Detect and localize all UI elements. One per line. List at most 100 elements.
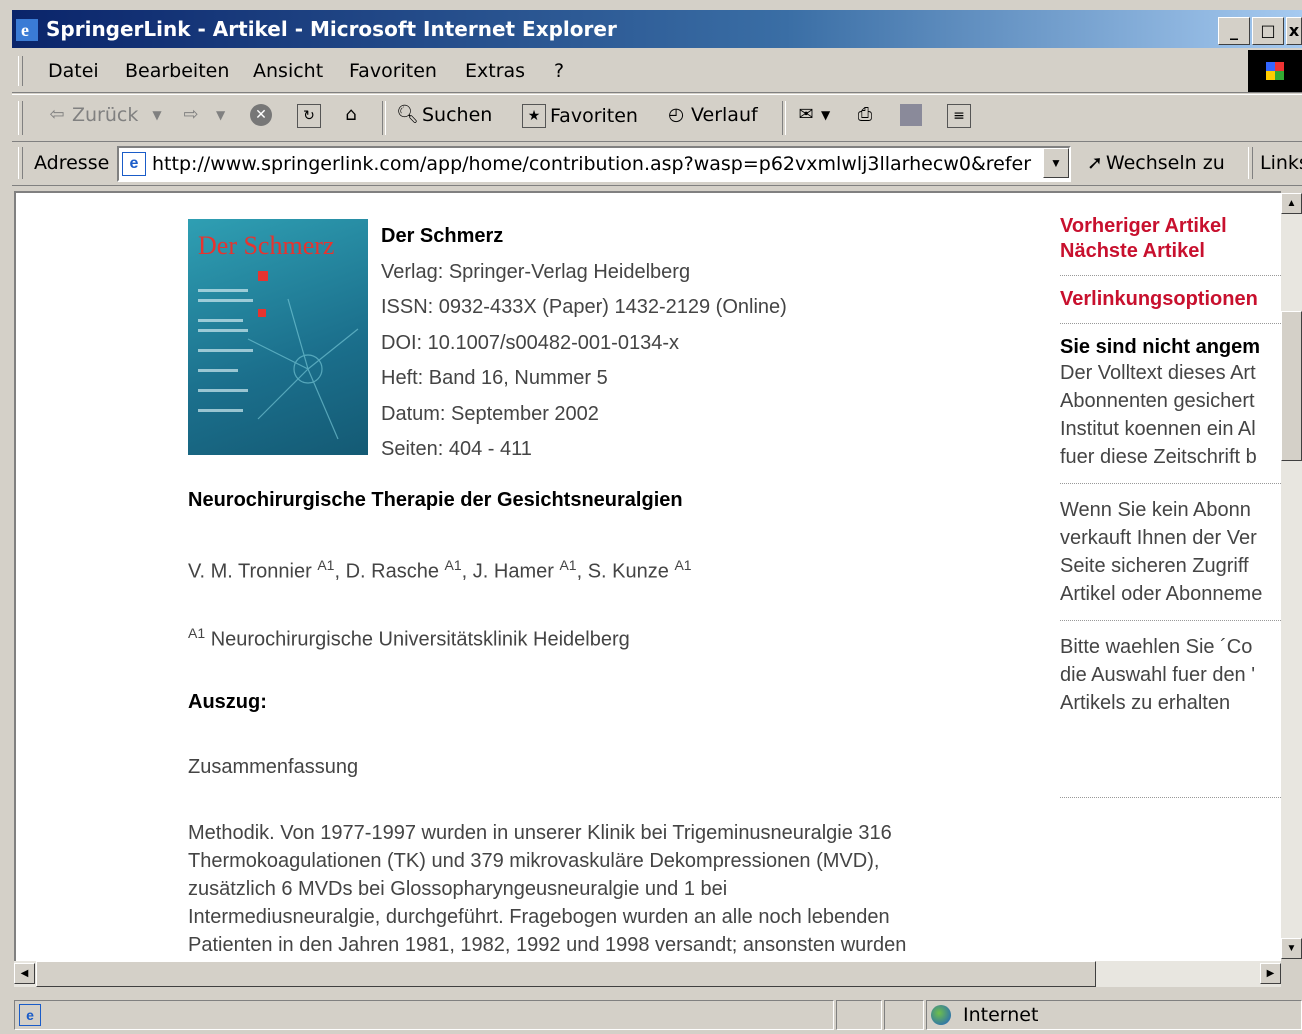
vertical-scroll-thumb[interactable] xyxy=(1281,311,1302,461)
author-affiliation-mark: A1 xyxy=(317,557,335,573)
favorites-label: Favoriten xyxy=(550,105,638,127)
author-name[interactable]: D. Rasche xyxy=(346,561,439,583)
scroll-left-icon[interactable]: ◀ xyxy=(14,963,35,984)
zone-cell: Internet xyxy=(926,1000,1302,1030)
scroll-down-icon[interactable]: ▼ xyxy=(1281,938,1302,959)
history-label: Verlauf xyxy=(691,104,758,126)
scroll-right-icon[interactable]: ▶ xyxy=(1260,963,1281,984)
author-name[interactable]: V. M. Tronnier xyxy=(188,561,312,583)
sidebar-para-3: Bitte waehlen Sie ´Co die Auswahl fuer d… xyxy=(1060,633,1281,717)
search-icon: 🔍︎ xyxy=(396,104,419,125)
menubar-grip[interactable] xyxy=(18,56,23,86)
affiliation-mark: A1 xyxy=(188,625,206,641)
history-button[interactable]: ◴ Verlauf xyxy=(665,104,758,126)
author-affiliation-mark: A1 xyxy=(444,557,462,573)
excerpt-heading: Auszug: xyxy=(188,691,267,713)
sidebar-line: Bitte waehlen Sie ´Co xyxy=(1060,636,1253,658)
toolbar-separator xyxy=(382,101,386,135)
abstract-line: zusätzlich 6 MVDs bei Glossopharyngeusne… xyxy=(188,878,728,900)
author-name[interactable]: J. Hamer xyxy=(473,561,554,583)
journal-date: Datum: September 2002 xyxy=(381,402,599,425)
back-button[interactable]: ⇦ Zurück ▼ xyxy=(46,104,161,126)
links-button[interactable]: Links xyxy=(1260,152,1302,174)
home-icon: ⌂ xyxy=(345,104,357,125)
menu-ansicht[interactable]: Ansicht xyxy=(253,60,323,82)
discuss-button[interactable]: ≡ xyxy=(947,104,971,128)
stop-button[interactable]: ✕ xyxy=(250,104,272,126)
address-url[interactable]: http://www.springerlink.com/app/home/con… xyxy=(152,153,1032,175)
affiliation-name: Neurochirurgische Universitätsklinik Hei… xyxy=(210,628,630,651)
minimize-button[interactable]: _ xyxy=(1218,17,1250,45)
forward-button[interactable]: ⇨ ▼ xyxy=(180,104,225,126)
refresh-icon: ↻ xyxy=(297,104,321,128)
favorites-icon: ★ xyxy=(522,104,546,128)
status-cell xyxy=(884,1000,924,1030)
sidebar-divider xyxy=(1060,323,1281,324)
menu-extras[interactable]: Extras xyxy=(465,60,525,82)
home-button[interactable]: ⌂ xyxy=(340,104,362,126)
go-button[interactable]: ➚ Wechseln zu xyxy=(1087,152,1225,174)
abstract-line: Intermediusneuralgie, durchgeführt. Frag… xyxy=(188,906,890,928)
next-article-link[interactable]: Nächste Artikel xyxy=(1060,240,1281,263)
affiliation: A1 Neurochirurgische Universitätsklinik … xyxy=(188,625,630,652)
sidebar-para-2: Wenn Sie kein Abonn verkauft Ihnen der V… xyxy=(1060,496,1281,608)
sidebar-line: die Auswahl fuer den ' xyxy=(1060,664,1256,686)
forward-dropdown-icon[interactable]: ▼ xyxy=(216,108,225,122)
journal-issn: ISSN: 0932-433X (Paper) 1432-2129 (Onlin… xyxy=(381,296,787,318)
edit-button[interactable] xyxy=(900,104,922,126)
sidebar-line: fuer diese Zeitschrift b xyxy=(1060,446,1257,468)
document-icon: ≡ xyxy=(947,104,971,128)
status-cell xyxy=(836,1000,882,1030)
sidebar-line: Abonnenten gesichert xyxy=(1060,390,1255,412)
mail-icon: ✉ xyxy=(798,104,814,125)
sidebar-line: Seite sicheren Zugriff xyxy=(1060,555,1249,577)
history-icon: ◴ xyxy=(668,104,684,125)
toolbar-separator-2 xyxy=(782,101,786,135)
address-field[interactable]: e http://www.springerlink.com/app/home/c… xyxy=(117,146,1071,182)
summary-heading: Zusammenfassung xyxy=(188,756,359,778)
edit-icon xyxy=(900,104,922,126)
linking-options-link[interactable]: Verlinkungsoptionen xyxy=(1060,288,1281,311)
sidebar-divider xyxy=(1060,620,1281,621)
journal-pages: Seiten: 404 - 411 xyxy=(381,438,532,460)
article-title: Neurochirurgische Therapie der Gesichtsn… xyxy=(188,489,683,511)
menu-bearbeiten[interactable]: Bearbeiten xyxy=(125,60,229,82)
maximize-button[interactable]: □ xyxy=(1252,17,1284,45)
back-label: Zurück xyxy=(72,104,139,126)
favorites-button[interactable]: ★ Favoriten xyxy=(522,104,638,128)
menu-help[interactable]: ? xyxy=(554,60,564,82)
sidebar-line: verkauft Ihnen der Ver xyxy=(1060,527,1257,549)
sidebar-divider xyxy=(1060,275,1281,276)
previous-article-link[interactable]: Vorheriger Artikel xyxy=(1060,215,1281,238)
journal-name[interactable]: Der Schmerz xyxy=(381,225,787,261)
print-button[interactable]: ⎙ xyxy=(854,104,876,126)
links-grip[interactable] xyxy=(1248,147,1253,179)
menu-bar: Datei Bearbeiten Ansicht Favoriten Extra… xyxy=(12,50,1302,93)
journal-doi: DOI: 10.1007/s00482-001-0134-x xyxy=(381,331,679,354)
horizontal-scroll-thumb[interactable] xyxy=(36,961,1096,987)
scroll-up-icon[interactable]: ▲ xyxy=(1281,193,1302,214)
menu-datei[interactable]: Datei xyxy=(48,60,99,82)
menu-favoriten[interactable]: Favoriten xyxy=(349,60,437,82)
sidebar-divider xyxy=(1060,483,1281,484)
page-icon: e xyxy=(122,152,146,176)
vertical-scrollbar[interactable]: ▲ ▼ xyxy=(1281,193,1302,959)
back-dropdown-icon[interactable]: ▼ xyxy=(152,108,161,122)
sidebar-para-1: Der Volltext dieses Art Abonnenten gesic… xyxy=(1060,359,1281,471)
address-label: Adresse xyxy=(34,152,110,174)
refresh-button[interactable]: ↻ xyxy=(297,104,321,128)
mail-button[interactable]: ✉ ▼ xyxy=(795,104,830,126)
go-arrow-icon: ➚ xyxy=(1087,152,1103,174)
address-dropdown-icon[interactable]: ▼ xyxy=(1043,148,1069,178)
close-button[interactable]: x xyxy=(1286,17,1302,45)
search-button[interactable]: 🔍︎ Suchen xyxy=(396,104,492,126)
mail-dropdown-icon[interactable]: ▼ xyxy=(821,108,830,122)
toolbar-grip[interactable] xyxy=(18,101,23,135)
addressbar-grip[interactable] xyxy=(18,147,23,179)
author-name[interactable]: S. Kunze xyxy=(588,561,669,583)
journal-publisher: Verlag: Springer-Verlag Heidelberg xyxy=(381,260,691,283)
sidebar-line: Wenn Sie kein Abonn xyxy=(1060,499,1251,521)
horizontal-scrollbar[interactable]: ◀ ▶ xyxy=(14,961,1281,987)
stop-icon: ✕ xyxy=(250,104,272,126)
windows-logo-icon xyxy=(1248,50,1302,92)
